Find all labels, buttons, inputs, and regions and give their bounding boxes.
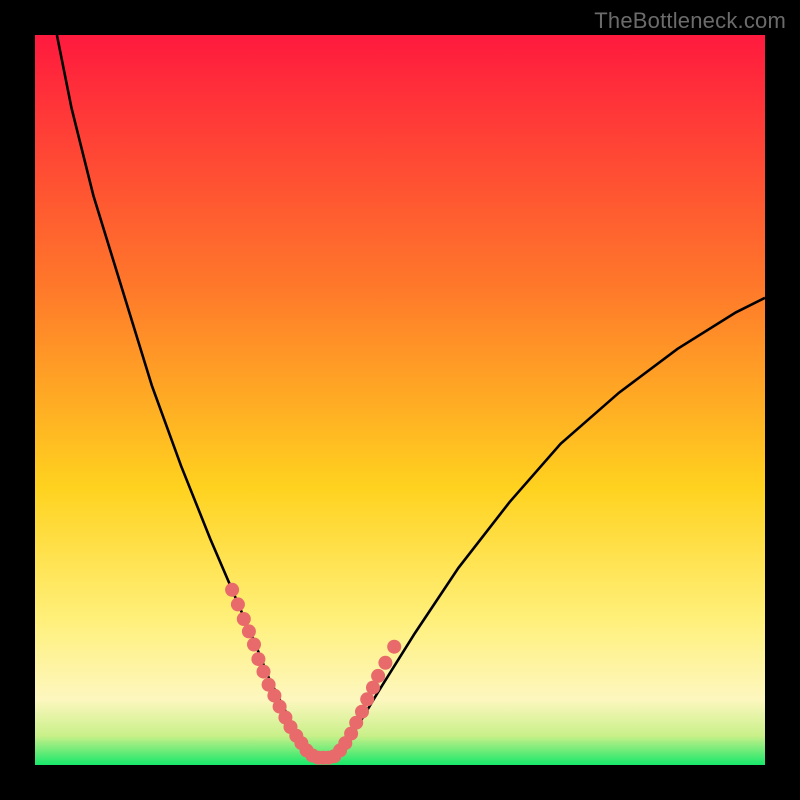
- marker-dot: [237, 612, 251, 626]
- marker-dot: [231, 597, 245, 611]
- chart-svg: [35, 35, 765, 765]
- marker-dot: [251, 652, 265, 666]
- bottleneck-chart: [35, 35, 765, 765]
- marker-dot: [378, 656, 392, 670]
- marker-dot: [387, 640, 401, 654]
- marker-dot: [225, 583, 239, 597]
- marker-dot: [247, 638, 261, 652]
- marker-dot: [257, 665, 271, 679]
- watermark-text: TheBottleneck.com: [594, 8, 786, 34]
- marker-dot: [242, 624, 256, 638]
- marker-dot: [355, 705, 369, 719]
- marker-dot: [371, 669, 385, 683]
